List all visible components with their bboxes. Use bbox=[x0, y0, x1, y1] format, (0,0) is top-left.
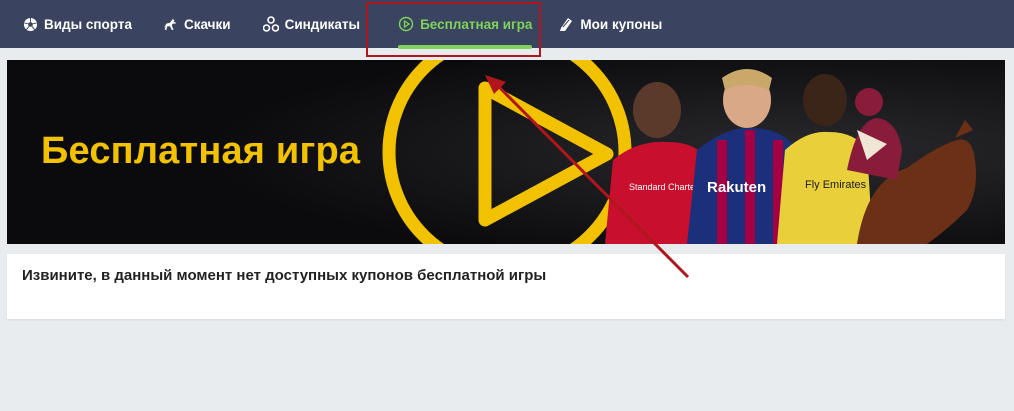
banner-title: Бесплатная игра bbox=[41, 130, 361, 172]
nav-item-sports[interactable]: Виды спорта bbox=[22, 0, 132, 48]
nav-item-label: Мои купоны bbox=[580, 16, 663, 32]
active-tab-indicator bbox=[398, 45, 533, 49]
top-navigation: Виды спорта Скачки Синдикаты Бесплатная … bbox=[0, 0, 1014, 49]
nav-item-label: Синдикаты bbox=[284, 16, 361, 32]
syndicate-icon bbox=[262, 16, 279, 32]
nav-item-my-coupons[interactable]: Мои купоны bbox=[558, 0, 662, 48]
nav-item-label: Скачки bbox=[184, 16, 231, 32]
free-play-banner: Standard Chartered Rakuten Fly Emirates … bbox=[7, 60, 1005, 244]
coupon-icon bbox=[558, 16, 574, 32]
nav-item-free-play[interactable]: Бесплатная игра bbox=[394, 0, 536, 49]
nav-item-racing[interactable]: Скачки bbox=[162, 0, 231, 48]
notice-text: Извините, в данный момент нет доступных … bbox=[22, 267, 547, 284]
no-coupons-notice: Извините, в данный момент нет доступных … bbox=[7, 254, 1005, 319]
nav-item-syndicates[interactable]: Синдикаты bbox=[262, 0, 361, 48]
nav-item-label: Виды спорта bbox=[44, 16, 132, 32]
svg-text:Rakuten: Rakuten bbox=[707, 179, 766, 196]
nav-item-label: Бесплатная игра bbox=[420, 16, 533, 32]
horse-icon bbox=[162, 16, 178, 32]
svg-text:Fly Emirates: Fly Emirates bbox=[805, 179, 867, 191]
soccer-ball-icon bbox=[22, 16, 38, 32]
play-circle-icon bbox=[398, 16, 414, 32]
